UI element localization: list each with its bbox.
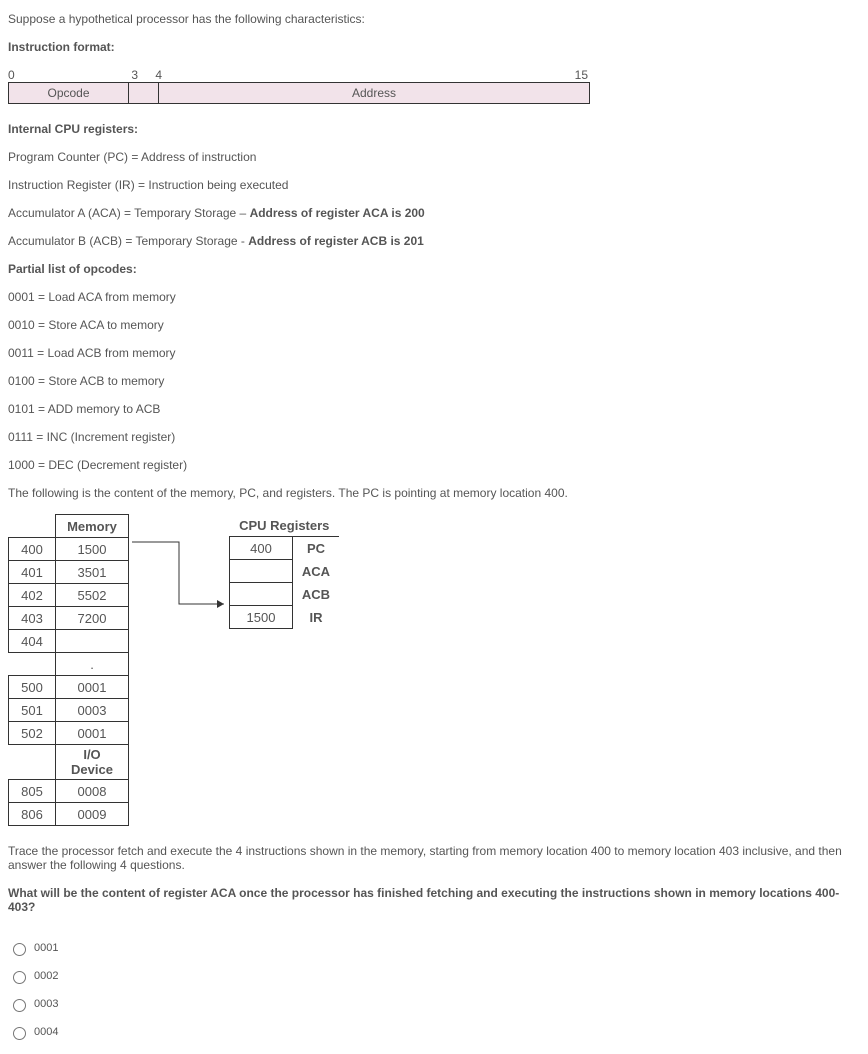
cpu-ir-val: 1500 xyxy=(230,606,293,629)
reg-pc: Program Counter (PC) = Address of instru… xyxy=(8,150,860,164)
option-b[interactable]: 0002 xyxy=(8,962,860,990)
option-a-radio[interactable] xyxy=(13,943,26,956)
intro-text: Suppose a hypothetical processor has the… xyxy=(8,12,860,26)
io-addr: 805 xyxy=(9,780,56,803)
opcode-6: 0111 = INC (Increment register) xyxy=(8,430,860,444)
bit-label-15: 15 xyxy=(162,68,588,82)
option-d[interactable]: 0004 xyxy=(8,1018,860,1046)
cpu-aca-label: ACA xyxy=(293,560,340,583)
bit-label-4: 4 xyxy=(138,68,162,82)
opcode-4: 0100 = Store ACB to memory xyxy=(8,374,860,388)
opcode-5: 0101 = ADD memory to ACB xyxy=(8,402,860,416)
option-c-radio[interactable] xyxy=(13,999,26,1012)
question-trace: Trace the processor fetch and execute th… xyxy=(8,844,860,872)
address-field: Address xyxy=(159,83,589,103)
memory-diagram: Memory 4001500 4013501 4025502 4037200 4… xyxy=(8,514,860,826)
cpu-pc-label: PC xyxy=(293,537,340,560)
mem-addr: 401 xyxy=(9,561,56,584)
cpu-pc-val: 400 xyxy=(230,537,293,560)
memory-table: Memory 4001500 4013501 4025502 4037200 4… xyxy=(8,514,129,826)
option-d-radio[interactable] xyxy=(13,1027,26,1040)
option-c-label: 0003 xyxy=(34,998,58,1010)
reg-aca: Accumulator A (ACA) = Temporary Storage … xyxy=(8,206,860,220)
opcode-3: 0011 = Load ACB from memory xyxy=(8,346,860,360)
reg-ir: Instruction Register (IR) = Instruction … xyxy=(8,178,860,192)
io-val: 0009 xyxy=(56,803,129,826)
mem-addr: 403 xyxy=(9,607,56,630)
mem-val: 1500 xyxy=(56,538,129,561)
instruction-format-label: Instruction format: xyxy=(8,40,860,54)
cpu-ir-label: IR xyxy=(293,606,340,629)
opcode-field: Opcode xyxy=(9,83,129,103)
cpu-header: CPU Registers xyxy=(230,514,340,537)
mem-val: 0001 xyxy=(56,722,129,745)
mem-dot: . xyxy=(56,653,129,676)
mem-addr: 502 xyxy=(9,722,56,745)
bit-label-3: 3 xyxy=(32,68,138,82)
option-d-label: 0004 xyxy=(34,1026,58,1038)
registers-header: Internal CPU registers: xyxy=(8,122,860,136)
opcodes-header: Partial list of opcodes: xyxy=(8,262,860,276)
mem-addr: 400 xyxy=(9,538,56,561)
mem-val: 5502 xyxy=(56,584,129,607)
cpu-acb-val xyxy=(230,583,293,606)
mem-addr: 404 xyxy=(9,630,56,653)
memory-header: Memory xyxy=(56,515,129,538)
cpu-registers-table: CPU Registers 400PC ACA ACB 1500IR xyxy=(229,514,339,629)
arrow-connector xyxy=(129,514,229,826)
bit-label-0: 0 xyxy=(8,68,32,82)
mem-addr: 402 xyxy=(9,584,56,607)
cpu-acb-label: ACB xyxy=(293,583,340,606)
cpu-aca-val xyxy=(230,560,293,583)
question-main: What will be the content of register ACA… xyxy=(8,886,860,914)
opcode-2: 0010 = Store ACA to memory xyxy=(8,318,860,332)
mem-val: 0003 xyxy=(56,699,129,722)
opcode-1: 0001 = Load ACA from memory xyxy=(8,290,860,304)
io-val: 0008 xyxy=(56,780,129,803)
instruction-format-diagram: 0 3 4 15 Opcode Address xyxy=(8,68,860,104)
option-a-label: 0001 xyxy=(34,942,58,954)
option-c[interactable]: 0003 xyxy=(8,990,860,1018)
mem-addr: 500 xyxy=(9,676,56,699)
reg-acb: Accumulator B (ACB) = Temporary Storage … xyxy=(8,234,860,248)
mem-val: 3501 xyxy=(56,561,129,584)
io-addr: 806 xyxy=(9,803,56,826)
mem-val xyxy=(56,630,129,653)
content-intro: The following is the content of the memo… xyxy=(8,486,860,500)
option-b-radio[interactable] xyxy=(13,971,26,984)
opcode-7: 1000 = DEC (Decrement register) xyxy=(8,458,860,472)
option-b-label: 0002 xyxy=(34,970,58,982)
mem-addr: 501 xyxy=(9,699,56,722)
gap-field xyxy=(129,83,159,103)
answer-options: 0001 0002 0003 0004 xyxy=(8,934,860,1046)
option-a[interactable]: 0001 xyxy=(8,934,860,962)
mem-val: 0001 xyxy=(56,676,129,699)
mem-val: 7200 xyxy=(56,607,129,630)
io-header: I/O Device xyxy=(56,745,129,780)
